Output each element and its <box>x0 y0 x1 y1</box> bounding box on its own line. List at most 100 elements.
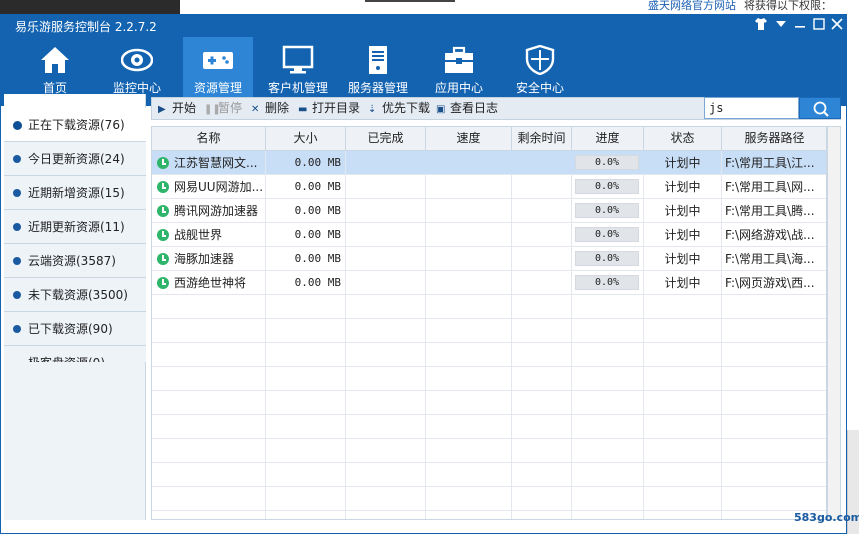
sidebar-item-recent-added[interactable]: 近期新增资源(15) <box>4 176 146 210</box>
progress-cell: 0.0% <box>575 203 639 218</box>
resource-sidebar: 正在下载资源(76) 今日更新资源(24) 近期新增资源(15) 近期更新资源(… <box>4 94 146 380</box>
close-icon[interactable] <box>829 17 845 33</box>
sidebar-item-label: 已下载资源(90) <box>28 322 113 336</box>
path-cell: F:\网页游戏\西... <box>722 271 826 295</box>
bullet-icon <box>13 257 21 265</box>
menu-icon[interactable] <box>773 17 789 33</box>
column-header-path[interactable]: 服务器路径 <box>722 127 826 150</box>
empty-row <box>152 367 826 391</box>
shirt-icon[interactable] <box>753 17 769 33</box>
download-table: 名称 大小 已完成 速度 剩余时间 进度 状态 服务器路径 江苏智慧网文... … <box>151 126 827 520</box>
resource-name: 网易UU网游加... <box>174 180 264 194</box>
path-cell: F:\常用工具\海... <box>722 247 826 271</box>
eye-icon <box>120 45 154 75</box>
nav-security-label: 安全中心 <box>515 81 564 95</box>
header-bar: 易乐游服务控制台 2.2.7.2 首页 监控中心 资源管理 客户机管理 服务器管… <box>1 15 846 106</box>
sidebar-item-label: 近期更新资源(11) <box>28 220 125 234</box>
column-header-name[interactable]: 名称 <box>152 127 266 150</box>
maximize-icon[interactable] <box>811 17 827 33</box>
empty-row <box>152 463 826 487</box>
nav-security-center[interactable]: 安全中心 <box>505 37 575 106</box>
monitor-icon <box>282 45 314 75</box>
clock-status-icon <box>157 253 169 265</box>
sidebar-item-not-downloaded[interactable]: 未下载资源(3500) <box>4 278 146 312</box>
minimize-icon[interactable] <box>792 17 808 33</box>
nav-client-label: 客户机管理 <box>267 81 328 95</box>
path-cell: F:\网络游戏\战... <box>722 223 826 247</box>
column-header-speed[interactable]: 速度 <box>426 127 512 150</box>
empty-row <box>152 343 826 367</box>
log-label: 查看日志 <box>450 101 499 115</box>
sidebar-item-label: 未下载资源(3500) <box>28 288 128 302</box>
table-row[interactable]: 海豚加速器 0.00 MB 0.0% 计划中 F:\常用工具\海... <box>152 247 826 271</box>
sidebar-item-recent-updated[interactable]: 近期更新资源(11) <box>4 210 146 244</box>
sidebar-item-today-updated[interactable]: 今日更新资源(24) <box>4 142 146 176</box>
table-row[interactable]: 江苏智慧网文... 0.00 MB 0.0% 计划中 F:\常用工具\江... <box>152 151 826 175</box>
search-icon <box>813 101 829 117</box>
log-icon: ▣ <box>436 104 446 115</box>
name-cell: 江苏智慧网文... <box>152 151 266 175</box>
sidebar-item-label: 云端资源(3587) <box>28 254 116 268</box>
nav-client-management[interactable]: 客户机管理 <box>263 37 333 106</box>
pause-button[interactable]: ❚❚暂停 <box>204 98 242 119</box>
sidebar-item-label: 今日更新资源(24) <box>28 152 125 166</box>
background-link[interactable]: 盛天网络官方网站 <box>648 0 736 13</box>
resource-name: 战舰世界 <box>174 228 223 242</box>
start-button[interactable]: ▶ 开始 <box>158 98 196 119</box>
search-button[interactable] <box>799 97 841 119</box>
priority-download-button[interactable]: ⇣ 优先下载 <box>368 98 430 119</box>
path-cell: F:\常用工具\江... <box>722 151 826 175</box>
clock-status-icon <box>157 157 169 169</box>
empty-row <box>152 391 826 415</box>
progress-cell: 0.0% <box>575 275 639 290</box>
nav-server-management[interactable]: 服务器管理 <box>343 37 413 106</box>
pause-icon: ❚❚ <box>204 104 221 115</box>
size-cell: 0.00 MB <box>266 247 346 271</box>
bullet-icon <box>13 325 21 333</box>
table-row[interactable]: 网易UU网游加... 0.00 MB 0.0% 计划中 F:\常用工具\网... <box>152 175 826 199</box>
priority-icon: ⇣ <box>368 104 377 115</box>
status-cell: 计划中 <box>644 247 722 271</box>
column-header-remaining[interactable]: 剩余时间 <box>512 127 572 150</box>
search-input[interactable]: js <box>704 97 799 119</box>
nav-resource-management[interactable]: 资源管理 <box>183 37 253 106</box>
column-header-size[interactable]: 大小 <box>266 127 346 150</box>
resource-name: 海豚加速器 <box>174 252 235 266</box>
name-cell: 西游绝世神将 <box>152 271 266 295</box>
table-row[interactable]: 战舰世界 0.00 MB 0.0% 计划中 F:\网络游戏\战... <box>152 223 826 247</box>
bullet-icon <box>13 121 22 130</box>
empty-row <box>152 295 826 319</box>
table-row[interactable]: 腾讯网游加速器 0.00 MB 0.0% 计划中 F:\常用工具\腾... <box>152 199 826 223</box>
clock-status-icon <box>157 277 169 289</box>
nav-resource-label: 资源管理 <box>193 81 242 95</box>
name-cell: 网易UU网游加... <box>152 175 266 199</box>
clock-status-icon <box>157 181 169 193</box>
column-header-done[interactable]: 已完成 <box>346 127 426 150</box>
clock-status-icon <box>157 205 169 217</box>
resource-name: 腾讯网游加速器 <box>174 204 259 218</box>
bullet-icon <box>13 189 21 197</box>
bullet-icon <box>13 291 21 299</box>
resource-name: 江苏智慧网文... <box>174 156 258 170</box>
bullet-icon <box>13 223 21 231</box>
sidebar-item-cloud[interactable]: 云端资源(3587) <box>4 244 146 278</box>
table-header: 名称 大小 已完成 速度 剩余时间 进度 状态 服务器路径 <box>152 127 826 151</box>
name-cell: 腾讯网游加速器 <box>152 199 266 223</box>
sidebar-item-downloading[interactable]: 正在下载资源(76) <box>4 108 146 142</box>
table-row[interactable]: 西游绝世神将 0.00 MB 0.0% 计划中 F:\网页游戏\西... <box>152 271 826 295</box>
sidebar-empty-area <box>4 362 146 520</box>
delete-button[interactable]: ✕ 删除 <box>251 98 289 119</box>
nav-app-center[interactable]: 应用中心 <box>424 37 494 106</box>
table-scrollbar[interactable] <box>827 126 841 520</box>
sidebar-item-downloaded[interactable]: 已下载资源(90) <box>4 312 146 346</box>
sidebar-item-label: 近期新增资源(15) <box>28 186 125 200</box>
home-icon <box>39 45 71 75</box>
column-header-progress[interactable]: 进度 <box>572 127 644 150</box>
open-directory-button[interactable]: ▬ 打开目录 <box>298 98 360 119</box>
watermark: 583go.com <box>794 511 859 524</box>
view-log-button[interactable]: ▣ 查看日志 <box>436 98 498 119</box>
bullet-icon <box>13 155 21 163</box>
column-header-status[interactable]: 状态 <box>644 127 722 150</box>
background-text: 将获得以下权限： <box>744 0 832 12</box>
pause-label: 暂停 <box>218 101 243 115</box>
